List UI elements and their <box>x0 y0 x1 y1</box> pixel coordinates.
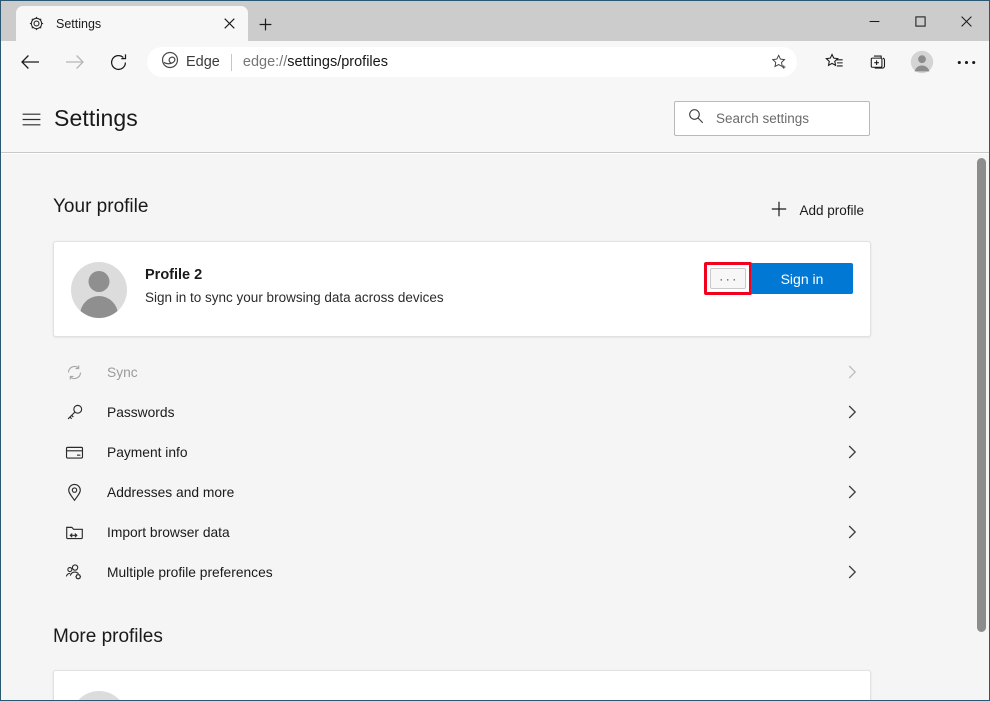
settings-row-label: Payment info <box>107 444 188 460</box>
settings-row-payment-info[interactable]: Payment info <box>53 432 871 472</box>
search-input[interactable] <box>716 111 893 126</box>
profile-subtitle: Sign in to sync your browsing data acros… <box>145 290 444 305</box>
sign-in-button[interactable]: Sign in <box>751 263 853 294</box>
profile-more-options-button[interactable]: ··· <box>710 268 746 289</box>
close-icon[interactable] <box>943 1 989 41</box>
page-title: Settings <box>54 105 138 131</box>
settings-content-area: Your profile Add profile Profile 2 Sign … <box>1 154 989 700</box>
profile-settings-list: Sync Passwords Payment info Addresses an… <box>53 352 871 592</box>
sync-icon <box>61 363 87 382</box>
scrollbar-thumb[interactable] <box>977 158 986 632</box>
omnibox-divider <box>230 53 232 71</box>
settings-row-label: Import browser data <box>107 524 230 540</box>
card-icon <box>61 443 87 462</box>
settings-row-sync[interactable]: Sync <box>53 352 871 392</box>
address-bar[interactable]: Edge edge://settings/profiles <box>147 47 797 77</box>
import-icon <box>61 523 87 542</box>
chevron-right-icon <box>848 485 857 499</box>
hamburger-menu-icon[interactable] <box>19 107 43 131</box>
settings-row-label: Passwords <box>107 404 175 420</box>
tab-close-icon[interactable] <box>218 13 240 35</box>
profile-card: Profile 2 Sign in to sync your browsing … <box>53 241 871 337</box>
plus-icon <box>771 201 787 220</box>
settings-row-label: Addresses and more <box>107 484 235 500</box>
avatar <box>71 691 127 700</box>
collections-icon[interactable] <box>819 47 849 77</box>
vertical-scrollbar[interactable] <box>974 154 989 700</box>
back-arrow-icon[interactable] <box>14 46 46 78</box>
window-controls <box>851 1 989 41</box>
url-scheme: edge:// <box>242 54 288 70</box>
settings-and-more-icon[interactable] <box>951 47 981 77</box>
profile-avatar-icon[interactable] <box>907 47 937 77</box>
gear-icon <box>28 15 45 32</box>
chevron-right-icon <box>848 365 857 379</box>
forward-arrow-icon <box>58 46 90 78</box>
people-gear-icon <box>61 563 87 582</box>
key-icon <box>61 403 87 422</box>
maximize-icon[interactable] <box>897 1 943 41</box>
search-icon <box>688 108 704 129</box>
new-tab-icon[interactable] <box>253 12 277 36</box>
avatar-head <box>88 271 110 292</box>
settings-row-import-browser-data[interactable]: Import browser data <box>53 512 871 552</box>
settings-row-passwords[interactable]: Passwords <box>53 392 871 432</box>
settings-row-multiple-profile-preferences[interactable]: Multiple profile preferences <box>53 552 871 592</box>
reload-icon[interactable] <box>102 46 134 78</box>
star-add-icon[interactable] <box>767 50 791 74</box>
chevron-right-icon <box>848 445 857 459</box>
chevron-right-icon <box>848 525 857 539</box>
tab-title: Settings <box>56 16 102 31</box>
settings-row-label: Sync <box>107 364 138 380</box>
avatar <box>71 262 127 318</box>
profile-name: Profile 2 <box>145 267 203 283</box>
toolbar-right-icons <box>819 47 981 77</box>
browser-tab-settings[interactable]: Settings <box>16 6 248 41</box>
search-settings-box[interactable] <box>674 101 893 136</box>
browser-essentials-icon[interactable] <box>863 47 893 77</box>
url-path: settings/profiles <box>287 54 388 70</box>
edge-logo-icon <box>161 51 179 74</box>
add-profile-label: Add profile <box>799 203 864 218</box>
add-profile-button[interactable]: Add profile <box>765 196 870 225</box>
edge-identity-badge: Edge <box>161 51 220 74</box>
chevron-right-icon <box>848 565 857 579</box>
browser-window: Settings Edge edge://settings/profiles S… <box>0 0 990 701</box>
minimize-icon[interactable] <box>851 1 897 41</box>
your-profile-heading: Your profile <box>53 196 149 217</box>
address-bar-url: edge://settings/profiles <box>243 54 388 70</box>
avatar-body <box>80 296 118 318</box>
more-profiles-card <box>53 670 871 700</box>
edge-badge-label: Edge <box>186 54 220 70</box>
chevron-right-icon <box>848 405 857 419</box>
tab-strip: Settings <box>1 1 989 41</box>
settings-row-addresses[interactable]: Addresses and more <box>53 472 871 512</box>
more-profiles-heading: More profiles <box>53 626 163 647</box>
location-icon <box>61 483 87 502</box>
browser-toolbar: Edge edge://settings/profiles <box>1 41 989 83</box>
settings-row-label: Multiple profile preferences <box>107 564 273 580</box>
